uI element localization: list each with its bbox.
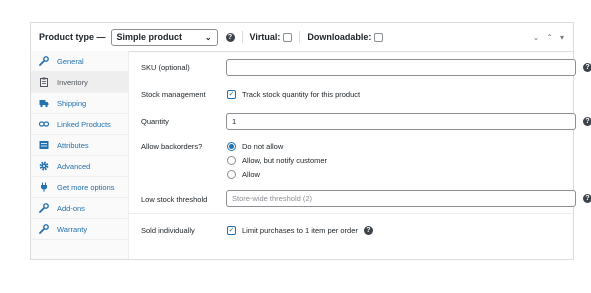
- collapse-toggle-icon[interactable]: ▾: [560, 33, 564, 42]
- sku-label: SKU (optional): [141, 63, 190, 72]
- tab-warranty[interactable]: Warranty: [31, 219, 128, 240]
- wrench-icon: [38, 56, 50, 66]
- tab-advanced[interactable]: Advanced: [31, 156, 128, 177]
- tab-label: Warranty: [57, 224, 88, 234]
- help-icon[interactable]: ?: [583, 63, 591, 72]
- product-type-select[interactable]: Simple product ⌄: [110, 28, 218, 46]
- panel-controls: ⌄ ⌃ ▾: [533, 33, 564, 42]
- inventory-panel: SKU (optional) ? Stock management ✓ Trac…: [129, 51, 591, 259]
- link-icon: [38, 119, 50, 129]
- sku-input[interactable]: [226, 59, 576, 76]
- help-icon[interactable]: ?: [363, 226, 373, 235]
- quantity-input[interactable]: 1: [226, 113, 576, 130]
- tab-add-ons[interactable]: Add-ons: [31, 198, 128, 219]
- tab-inventory[interactable]: Inventory: [31, 72, 128, 93]
- product-data-tabs: General Inventory Shipping Linked Produc…: [31, 51, 129, 259]
- plug-icon: [38, 182, 50, 192]
- clipboard-icon: [38, 77, 50, 87]
- tab-label: Add-ons: [57, 203, 85, 213]
- limit-purchases-option[interactable]: ✓ Limit purchases to 1 item per order ?: [227, 226, 373, 235]
- low-stock-placeholder: Store-wide threshold (2): [232, 194, 313, 203]
- radio-button[interactable]: [227, 170, 236, 179]
- downloadable-option[interactable]: Downloadable:: [307, 32, 384, 42]
- track-stock-option[interactable]: ✓ Track stock quantity for this product: [227, 90, 360, 99]
- tab-shipping[interactable]: Shipping: [31, 93, 128, 114]
- radio-button[interactable]: [227, 156, 236, 165]
- quantity-label: Quantity: [141, 117, 169, 126]
- sold-individually-label: Sold individually: [141, 226, 195, 235]
- downloadable-label: Downloadable:: [307, 32, 372, 42]
- tab-get-more-options[interactable]: Get more options: [31, 177, 128, 198]
- tab-label: Get more options: [57, 182, 115, 192]
- stock-management-label: Stock management: [141, 90, 206, 99]
- backorder-option-allow[interactable]: Allow: [227, 170, 260, 179]
- tab-label: Linked Products: [57, 119, 111, 129]
- section-divider: [129, 213, 573, 214]
- virtual-label: Virtual:: [249, 32, 281, 42]
- track-stock-checkbox[interactable]: ✓: [227, 90, 236, 99]
- tab-linked-products[interactable]: Linked Products: [31, 114, 128, 135]
- wrench-icon: [38, 203, 50, 213]
- virtual-option[interactable]: Virtual:: [250, 32, 293, 42]
- help-icon[interactable]: ?: [583, 117, 591, 126]
- wrench-icon: [38, 224, 50, 234]
- list-icon: [38, 140, 50, 150]
- help-icon[interactable]: ?: [583, 194, 591, 203]
- help-icon[interactable]: ?: [225, 32, 235, 42]
- gear-icon: [38, 161, 50, 171]
- header-divider: [241, 31, 243, 43]
- product-data-header: Product type — Simple product ⌄ ? Virtua…: [31, 23, 573, 52]
- backorder-option-notify[interactable]: Allow, but notify customer: [227, 156, 327, 165]
- radio-button[interactable]: [227, 142, 236, 151]
- quantity-value: 1: [232, 117, 237, 126]
- backorder-option-label: Do not allow: [242, 142, 284, 151]
- move-up-icon[interactable]: ⌃: [546, 33, 553, 42]
- tab-label: General: [57, 56, 84, 66]
- low-stock-label: Low stock threshold: [141, 195, 208, 204]
- backorder-option-label: Allow: [242, 170, 260, 179]
- tab-general[interactable]: General: [31, 51, 128, 72]
- tab-label: Attributes: [57, 140, 89, 150]
- chevron-down-icon: ⌄: [204, 32, 212, 42]
- low-stock-input[interactable]: Store-wide threshold (2): [226, 190, 576, 207]
- tab-label: Advanced: [57, 161, 91, 171]
- product-type-value: Simple product: [116, 32, 183, 42]
- track-stock-label: Track stock quantity for this product: [242, 90, 361, 99]
- virtual-checkbox[interactable]: [283, 32, 293, 42]
- limit-purchases-checkbox[interactable]: ✓: [227, 226, 236, 235]
- backorder-option-label: Allow, but notify customer: [242, 156, 328, 165]
- product-data-panel: Product type — Simple product ⌄ ? Virtua…: [30, 22, 591, 260]
- backorders-label: Allow backorders?: [141, 142, 203, 151]
- truck-icon: [38, 98, 50, 108]
- tab-attributes[interactable]: Attributes: [31, 135, 128, 156]
- backorder-option-do-not-allow[interactable]: Do not allow: [227, 142, 283, 151]
- tab-label: Shipping: [57, 98, 87, 108]
- downloadable-checkbox[interactable]: [374, 32, 384, 42]
- tab-label: Inventory: [57, 77, 88, 87]
- limit-purchases-label: Limit purchases to 1 item per order: [242, 226, 358, 235]
- move-down-icon[interactable]: ⌄: [533, 33, 540, 42]
- product-type-label: Product type —: [39, 32, 106, 42]
- header-divider: [299, 31, 301, 43]
